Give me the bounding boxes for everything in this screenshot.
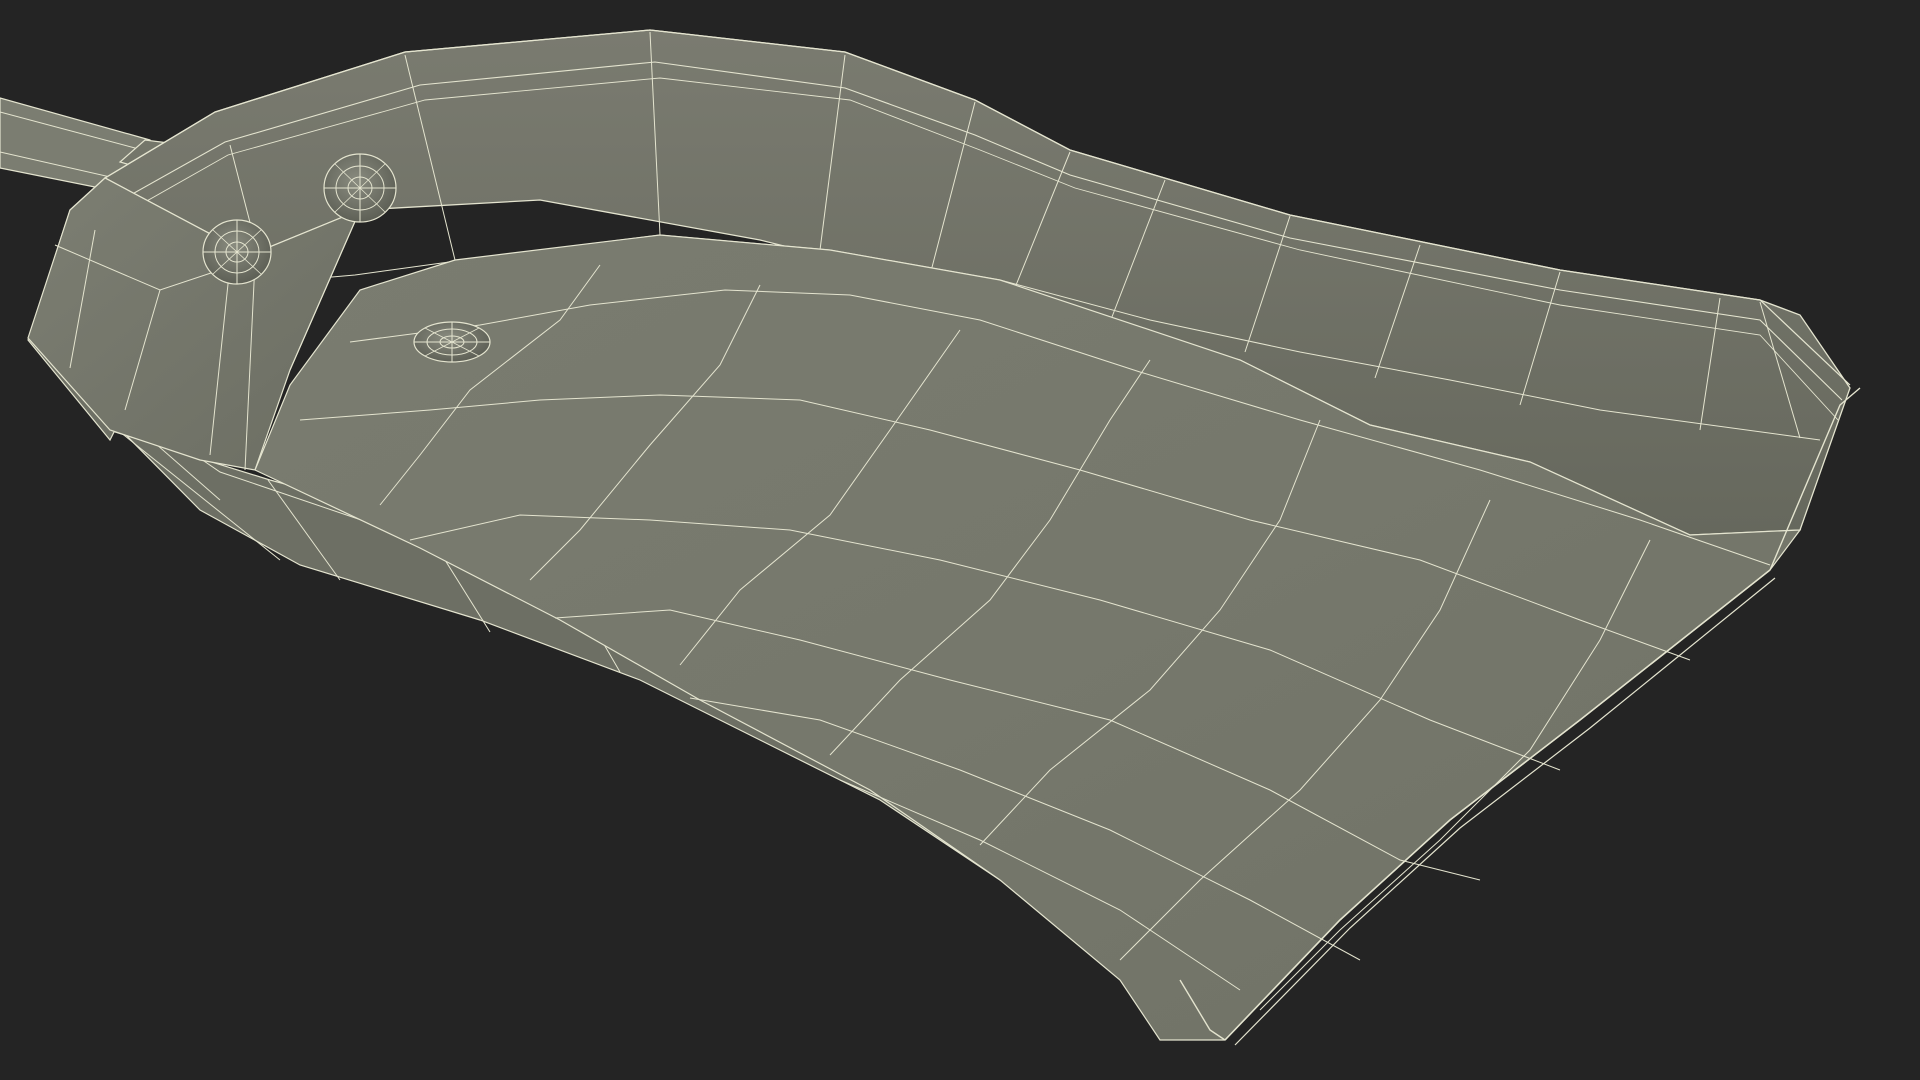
rivet-middle <box>202 219 272 285</box>
shovel-scoop-wireframe-render <box>0 29 1861 1046</box>
rivet-floor <box>413 321 491 363</box>
3d-viewport[interactable] <box>0 0 1920 1080</box>
rivet-top <box>323 153 397 223</box>
